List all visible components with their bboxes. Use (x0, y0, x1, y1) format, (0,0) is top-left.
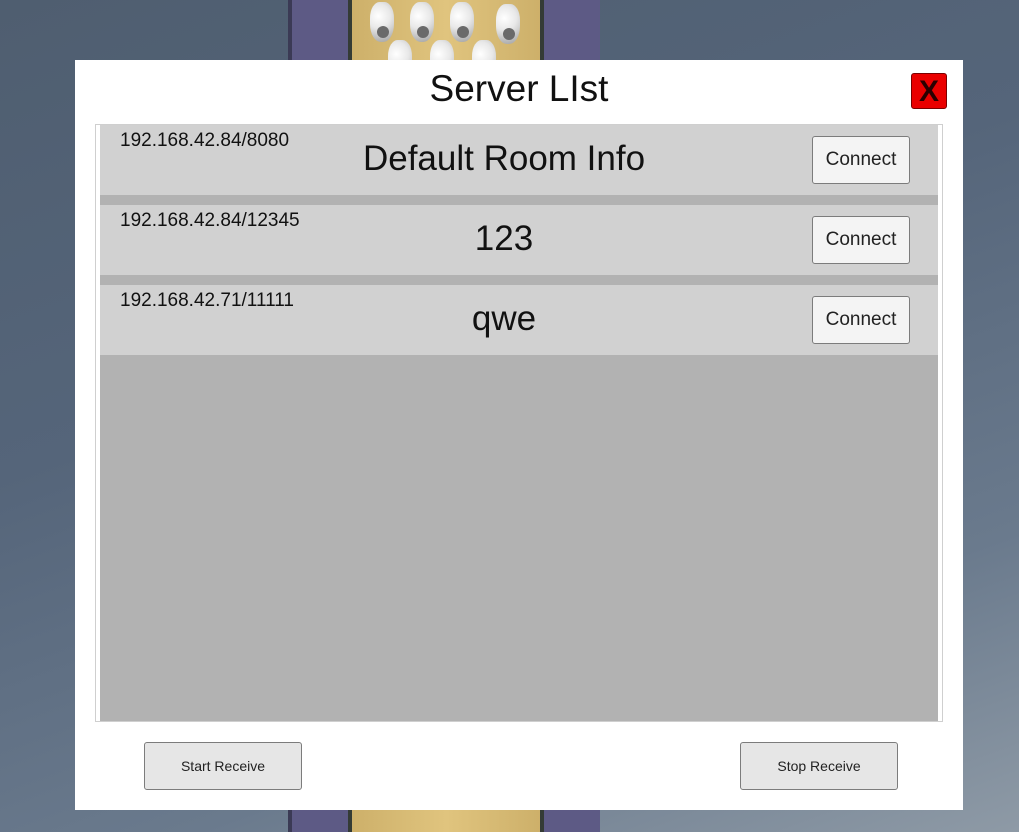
stop-receive-button[interactable]: Stop Receive (740, 742, 898, 790)
bowling-pin (450, 2, 474, 42)
bowling-pin (410, 2, 434, 42)
server-list-frame: 192.168.42.84/8080 Default Room Info Con… (95, 124, 943, 722)
start-receive-button[interactable]: Start Receive (144, 742, 302, 790)
bowling-pin (496, 4, 520, 44)
bowling-pin (370, 2, 394, 42)
server-row: 192.168.42.71/11111 qwe Connect (100, 285, 938, 355)
server-room-name: Default Room Info (362, 139, 646, 178)
server-room-name: 123 (474, 219, 534, 258)
dialog-title: Server LIst (429, 68, 609, 109)
close-button[interactable]: X (911, 73, 947, 109)
server-list-dialog: Server LIst X 192.168.42.84/8080 Default… (75, 60, 963, 810)
connect-button[interactable]: Connect (812, 296, 910, 344)
server-row: 192.168.42.84/8080 Default Room Info Con… (100, 125, 938, 195)
connect-button[interactable]: Connect (812, 136, 910, 184)
server-list[interactable]: 192.168.42.84/8080 Default Room Info Con… (100, 125, 938, 721)
server-room-name: qwe (471, 299, 537, 338)
server-row: 192.168.42.84/12345 123 Connect (100, 205, 938, 275)
connect-button[interactable]: Connect (812, 216, 910, 264)
